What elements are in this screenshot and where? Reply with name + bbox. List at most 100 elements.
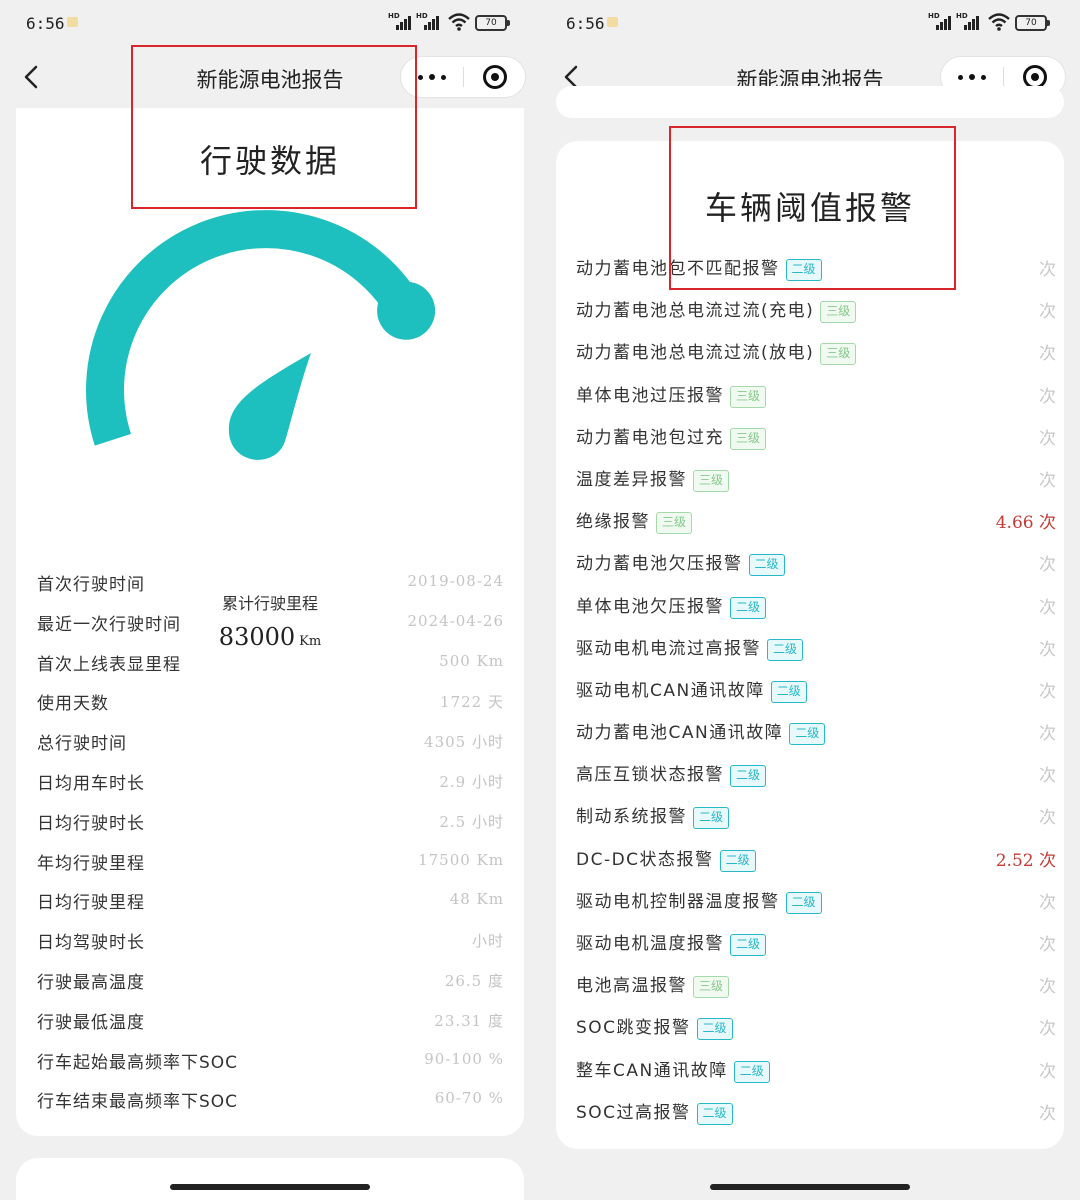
signal-icon: HD (416, 12, 442, 30)
alarm-label: 动力蓄电池包过充 (576, 427, 724, 448)
alarm-name: 制动系统报警 二级 (576, 802, 730, 830)
alarm-label: 电池高温报警 (576, 976, 687, 997)
alarm-count: 次 (1039, 386, 1056, 407)
alarm-level-badge: 二级 (770, 680, 807, 703)
mileage-gauge (86, 210, 436, 460)
stat-label: 总行驶时间 (37, 734, 127, 755)
alarm-name: 驱动电机电流过高报警 二级 (576, 634, 804, 661)
stat-label: 行车结束最高频率下SOC (37, 1092, 239, 1113)
alarm-label: DC-DC状态报警 (576, 849, 714, 870)
alarm-level-badge: 三级 (693, 976, 730, 999)
alarm-level-badge: 二级 (719, 849, 756, 872)
alarm-list: 动力蓄电池包不匹配报警 二级次动力蓄电池总电流过流(充电) 三级次动力蓄电池总电流过… (576, 250, 1056, 1136)
signal-icon: HD (388, 12, 414, 30)
highlight-box (131, 45, 417, 209)
alarm-name: 驱动电机控制器温度报警 二级 (576, 887, 822, 914)
stat-value: 2.5 小时 (439, 812, 504, 831)
alarm-row: 温度差异报警 三级 次 (576, 461, 1056, 503)
alarm-row: 驱动电机电流过高报警 二级 次 (576, 630, 1056, 672)
stat-value: 小时 (471, 932, 504, 951)
stat-row: 行车结束最高频率下SOC 60-70 % (37, 1083, 504, 1123)
stat-row: 首次上线表显里程 500 Km (37, 646, 504, 686)
alarm-level-badge: 二级 (730, 934, 767, 956)
alarm-name: 驱动电机CAN通讯故障 二级 (576, 676, 807, 703)
status-time: 6:56 (566, 14, 605, 33)
alarm-label: 整车CAN通讯故障 (576, 1060, 728, 1081)
alarm-row: 动力蓄电池包过充 三级 次 (576, 419, 1056, 461)
alarm-row: SOC跳变报警 二级 次 (576, 1009, 1056, 1051)
stat-value: 2019-08-24 (407, 572, 504, 590)
alarm-level-badge: 二级 (730, 765, 767, 788)
alarm-count: 次 (1039, 428, 1056, 449)
alarm-screen: 6:56 HD HD 70 新能源电池报告 车辆阈值报警 动力蓄电池包不匹配报警… (540, 0, 1080, 1200)
alarm-label: 单体电池欠压报警 (576, 596, 724, 617)
stat-label: 行车起始最高频率下SOC (37, 1052, 239, 1073)
signal-icon: HD (956, 12, 982, 30)
alarm-count: 2.52 次 (995, 850, 1056, 871)
driving-stats-list: 首次行驶时间 2019-08-24 最近一次行驶时间 2024-04-26 首次上线表显… (37, 566, 504, 1123)
wifi-icon (988, 13, 1010, 31)
gauge-needle (228, 353, 311, 460)
driving-data-screen: 6:56 HD HD 70 新能源电池报告 行驶数据 累计行驶里程 83000 K… (0, 0, 540, 1200)
alarm-row: DC-DC状态报警 二级 2.52 次 (576, 841, 1056, 883)
alarm-row: 驱动电机控制器温度报警 二级 次 (576, 883, 1056, 925)
stat-label: 行驶最高温度 (37, 972, 145, 993)
wifi-icon (448, 13, 470, 31)
stat-row: 行车起始最高频率下SOC 90-100 % (37, 1044, 504, 1084)
stat-row: 日均行驶里程 48 Km (37, 884, 504, 924)
alarm-label: 单体电池过压报警 (576, 385, 724, 406)
alarm-label: SOC跳变报警 (576, 1018, 691, 1039)
stat-row: 年均行驶里程 17500 Km (37, 845, 504, 885)
alarm-level-badge: 二级 (748, 554, 785, 577)
alarm-name: 高压互锁状态报警 二级 (576, 760, 767, 788)
signal-icon: HD (928, 12, 954, 30)
alarm-row: 电池高温报警 三级 次 (576, 967, 1056, 1009)
alarm-label: 驱动电机电流过高报警 (576, 638, 761, 659)
stat-row: 最近一次行驶时间 2024-04-26 (37, 606, 504, 646)
mini-program-capsule (400, 56, 526, 98)
home-indicator[interactable] (170, 1184, 370, 1190)
alarm-row: 动力蓄电池CAN通讯故障 二级 次 (576, 714, 1056, 756)
alarm-level-badge: 二级 (767, 638, 804, 661)
close-target-icon[interactable] (483, 65, 507, 89)
alarm-label: 驱动电机控制器温度报警 (576, 891, 780, 912)
alarm-count: 次 (1039, 808, 1056, 829)
alarm-row: 整车CAN通讯故障 二级 次 (576, 1052, 1056, 1094)
next-card (16, 1158, 524, 1200)
stat-label: 日均行驶时长 (37, 813, 145, 834)
alarm-count: 次 (1039, 1103, 1056, 1124)
alarm-level-badge: 三级 (730, 385, 767, 408)
alarm-count: 次 (1039, 724, 1056, 745)
alarm-label: 驱动电机CAN通讯故障 (576, 680, 765, 701)
alarm-name: 绝缘报警 三级 (576, 507, 693, 535)
alarm-count: 次 (1039, 1019, 1056, 1040)
stat-label: 首次行驶时间 (37, 575, 145, 595)
stat-value: 4305 小时 (424, 733, 504, 752)
stat-row: 行驶最低温度 23.31 度 (37, 1004, 504, 1044)
stat-row: 日均行驶时长 2.5 小时 (37, 805, 504, 845)
stat-label: 行驶最低温度 (37, 1012, 145, 1033)
alarm-count: 次 (1039, 1061, 1056, 1082)
stat-row: 总行驶时间 4305 小时 (37, 725, 504, 765)
alarm-level-badge: 三级 (820, 301, 857, 324)
alarm-level-badge: 二级 (730, 596, 767, 619)
stat-row: 使用天数 1722 天 (37, 685, 504, 725)
alarm-level-badge: 二级 (785, 891, 822, 914)
notification-icon (67, 17, 78, 27)
stat-value: 500 Km (439, 651, 504, 670)
alarm-row: 动力蓄电池总电流过流(放电) 三级 次 (576, 334, 1056, 376)
notification-icon (607, 17, 618, 27)
alarm-count: 次 (1039, 935, 1056, 955)
home-indicator[interactable] (710, 1184, 910, 1190)
alarm-label: 制动系统报警 (576, 807, 687, 828)
stat-label: 日均行驶里程 (37, 893, 145, 914)
alarm-level-badge: 二级 (733, 1060, 770, 1083)
alarm-level-badge: 二级 (693, 807, 730, 830)
alarm-name: 单体电池过压报警 三级 (576, 381, 767, 408)
alarm-name: DC-DC状态报警 二级 (576, 845, 756, 872)
alarm-row: 动力蓄电池总电流过流(充电) 三级 次 (576, 292, 1056, 334)
stat-row: 首次行驶时间 2019-08-24 (37, 566, 504, 606)
alarm-count: 次 (1039, 892, 1056, 913)
alarm-level-badge: 三级 (820, 343, 857, 366)
alarm-label: 绝缘报警 (576, 512, 650, 533)
